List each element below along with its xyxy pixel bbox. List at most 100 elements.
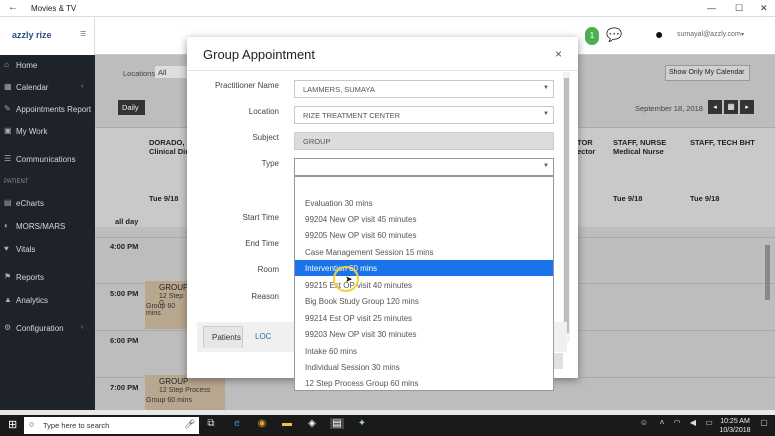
day-label: Tue 9/18 <box>613 194 643 203</box>
practitioner-value: LAMMERS, SUMAYA <box>303 85 375 94</box>
notification-badge[interactable]: 1 <box>585 27 599 45</box>
file-explorer-icon[interactable]: ▬ <box>280 418 294 429</box>
modal-scrollbar-track[interactable] <box>563 72 570 342</box>
pill-icon: ◐ <box>4 221 9 230</box>
divider <box>187 70 578 71</box>
sidebar-item-appointments-report[interactable]: ✎ Appointments Report <box>0 99 95 121</box>
chevron-up-icon[interactable]: ˄ <box>655 418 669 427</box>
sidebar-item-echarts[interactable]: ▤ eCharts <box>0 193 95 215</box>
chat-icon[interactable]: 💬 <box>606 27 622 43</box>
sidebar-item-analytics[interactable]: ▲ Analytics <box>0 290 95 312</box>
sidebar-item-communications[interactable]: ☰ Communications <box>0 149 95 171</box>
type-select[interactable]: ▼ <box>294 158 554 176</box>
gear-icon: ⚙ <box>4 323 12 332</box>
sidebar-item-calendar[interactable]: ▦ Calendar ‹ <box>0 77 95 99</box>
dropdown-option[interactable]: Case Management Session 15 mins <box>295 244 553 260</box>
windows-start-icon[interactable]: ⊞ <box>8 418 17 431</box>
sidebar-item-vitals[interactable]: ♥ Vitals <box>0 239 95 261</box>
battery-icon[interactable]: ▭ <box>702 418 716 427</box>
dropdown-option[interactable]: Evaluation 30 mins <box>295 195 553 211</box>
user-avatar-icon[interactable]: ● <box>655 26 663 42</box>
dropdown-option[interactable]: Individual Session 30 mins <box>295 359 553 375</box>
column-header-staff-tech: STAFF, TECH BHT <box>690 138 755 147</box>
calendar-icon: ▦ <box>4 82 12 91</box>
subject-field[interactable]: GROUP <box>294 132 554 150</box>
dropdown-option[interactable]: 12 Step Process Group 60 mins <box>295 375 553 390</box>
locations-select[interactable]: All <box>155 66 190 78</box>
maximize-icon[interactable]: ☐ <box>735 3 743 14</box>
close-icon[interactable]: × <box>555 47 562 61</box>
minimize-icon[interactable]: — <box>707 3 716 13</box>
tab-loc[interactable]: LOC <box>255 332 271 341</box>
sidebar-item-configuration[interactable]: ⚙ Configuration ‹ <box>0 318 95 340</box>
sidebar-item-my-work[interactable]: ▣ My Work <box>0 121 95 143</box>
taskbar-search[interactable]: ○ Type here to search 🎤︎ <box>24 417 199 434</box>
search-placeholder: Type here to search <box>43 421 110 430</box>
event-line: Group 60 mins <box>146 303 176 317</box>
practitioner-select[interactable]: LAMMERS, SUMAYA ▼ <box>294 80 554 98</box>
reason-label: Reason <box>251 292 279 301</box>
sidebar-item-mors-mars[interactable]: ◐ MORS/MARS <box>0 216 95 238</box>
chevron-left-icon: ‹ <box>81 324 84 331</box>
movies-tv-icon[interactable]: ▤ <box>330 418 344 429</box>
appointment-event[interactable]: GROUP 12 Step Process Group 60 mins <box>145 375 225 410</box>
app-icon[interactable]: ✦ <box>355 418 369 429</box>
app-logo: azzly rize <box>12 30 52 40</box>
chevron-down-icon[interactable]: ▾ <box>741 31 744 38</box>
sidebar-item-label: eCharts <box>16 199 45 208</box>
sidebar-item-home[interactable]: ⌂ Home <box>0 55 95 77</box>
dropdown-option[interactable]: 99214 Est OP visit 25 minutes <box>295 310 553 326</box>
dropdown-option[interactable]: 99205 New OP visit 60 minutes <box>295 227 553 243</box>
caret-down-icon: ▼ <box>543 163 549 169</box>
daily-view-button[interactable]: Daily <box>118 100 145 115</box>
modal-footer-button[interactable] <box>553 353 563 369</box>
store-icon[interactable]: ◈ <box>305 418 319 429</box>
dropdown-option[interactable]: 99204 New OP visit 45 minutes <box>295 211 553 227</box>
room-label: Room <box>257 265 279 274</box>
sidebar-item-label: Appointments Report <box>16 105 92 114</box>
chevron-left-icon: ‹ <box>81 83 84 90</box>
dropdown-option[interactable]: 99203 New OP visit 30 minutes <box>295 326 553 342</box>
calendar-picker-icon[interactable]: ▦ <box>724 100 738 114</box>
event-title: GROUP <box>159 377 189 386</box>
caret-down-icon: ▼ <box>543 111 549 117</box>
reports-icon: ⚑ <box>4 272 12 281</box>
sidebar: ⌂ Home ▦ Calendar ‹ ✎ Appointments Repor… <box>0 55 95 410</box>
show-only-my-calendar-button[interactable]: Show Only My Calendar <box>665 65 750 81</box>
event-line: Group 60 mins <box>146 397 192 404</box>
action-center-icon[interactable]: ▢ <box>757 418 771 427</box>
dropdown-option[interactable]: Intake 60 mins <box>295 343 553 359</box>
chrome-icon[interactable]: ◉ <box>255 418 269 429</box>
sidebar-item-reports[interactable]: ⚑ Reports <box>0 267 95 289</box>
wifi-icon[interactable]: ◠ <box>670 418 684 427</box>
location-select[interactable]: RIZE TREATMENT CENTER ▼ <box>294 106 554 124</box>
dropdown-option[interactable]: Big Book Study Group 120 mins <box>295 293 553 309</box>
prev-day-button[interactable]: ◂ <box>708 100 722 114</box>
calendar-scrollbar[interactable] <box>765 245 770 300</box>
sidebar-item-label: Calendar <box>16 83 49 92</box>
mouse-pointer-icon: ➤ <box>345 274 353 284</box>
tab-patients[interactable]: Patients <box>203 326 243 348</box>
sidebar-item-label: My Work <box>16 127 48 136</box>
close-icon[interactable]: ✕ <box>760 3 768 14</box>
edit-icon: ✎ <box>4 104 11 113</box>
column-header-dorado: DORADO, I Clinical Dir <box>149 138 189 156</box>
menu-icon[interactable]: ≡ <box>80 28 86 40</box>
next-day-button[interactable]: ▸ <box>740 100 754 114</box>
appointment-event[interactable]: GROUP 12 Step G Group 60 mins <box>145 281 190 329</box>
sidebar-item-label: Analytics <box>16 296 49 305</box>
location-label: Location <box>248 107 279 116</box>
people-icon[interactable]: ☺ <box>637 418 651 427</box>
back-arrow-icon[interactable]: ← <box>8 2 18 13</box>
microphone-icon[interactable]: 🎤︎ <box>184 419 195 430</box>
user-email[interactable]: sumayal@azzly.com <box>677 31 741 38</box>
clock-date[interactable]: 10/3/2018 <box>719 427 751 434</box>
calendar-date: September 18, 2018 <box>635 104 703 113</box>
modal-scrollbar-thumb[interactable] <box>564 78 569 333</box>
edge-browser-icon[interactable]: e <box>230 418 244 429</box>
volume-icon[interactable]: ◀ <box>686 418 700 427</box>
location-value: RIZE TREATMENT CENTER <box>303 111 401 120</box>
logo-area: azzly rize ≡ <box>0 17 95 55</box>
clock-time[interactable]: 10:25 AM <box>719 418 751 425</box>
task-view-icon[interactable]: ⧉ <box>204 418 218 429</box>
